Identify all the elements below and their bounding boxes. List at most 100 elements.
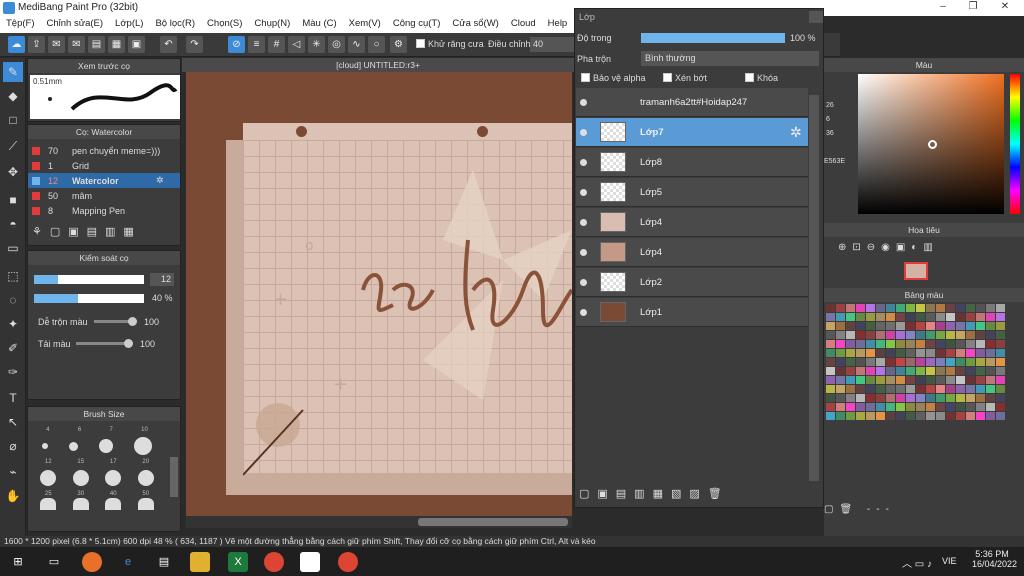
palette-swatch[interactable] [906,394,915,402]
palette-swatch[interactable] [866,331,875,339]
palette-swatch[interactable] [936,358,945,366]
doc-icon[interactable]: ▤ [88,36,105,53]
palette-swatch[interactable] [836,304,845,312]
palette-swatch[interactable] [906,340,915,348]
palette-swatch[interactable] [826,412,835,420]
palette-swatch[interactable] [826,367,835,375]
palette-swatch[interactable] [976,394,985,402]
menu-color[interactable]: Màu (C) [296,16,342,33]
palette-swatch[interactable] [996,349,1005,357]
palette-swatch[interactable] [966,340,975,348]
canvas-tab[interactable]: [cloud] UNTITLED:r3+ [182,58,574,72]
layer-row[interactable]: Lớp5 [576,178,808,207]
palette-swatch[interactable] [866,385,875,393]
layer-row[interactable]: Lớp1 [576,298,808,327]
palette-swatch[interactable] [926,331,935,339]
palette-swatch[interactable] [946,304,955,312]
language-indicator[interactable]: VIE [942,556,957,566]
palette-swatch[interactable] [836,394,845,402]
palette-swatch[interactable] [936,349,945,357]
explorer-icon[interactable] [190,552,210,572]
palette-swatch[interactable] [856,331,865,339]
palette-swatch[interactable] [966,367,975,375]
palette-swatch[interactable] [906,358,915,366]
palette-swatch[interactable] [936,331,945,339]
palette-swatch[interactable] [936,313,945,321]
palette-swatch[interactable] [956,385,965,393]
palette-swatch[interactable] [936,412,945,420]
palette-swatch[interactable] [916,412,925,420]
palette-swatch[interactable] [956,358,965,366]
palette-swatch[interactable] [896,340,905,348]
palette-swatch[interactable] [966,376,975,384]
palette-swatch[interactable] [906,367,915,375]
palette-swatch[interactable] [866,304,875,312]
palette-swatch[interactable] [836,358,845,366]
gradient-tool-icon[interactable]: ▭ [3,238,23,258]
palette-swatch[interactable] [996,331,1005,339]
color-picker-area[interactable] [858,74,1004,214]
size-value[interactable]: 12 [150,273,174,286]
palette-swatch[interactable] [886,322,895,330]
lock-checkbox[interactable] [745,73,754,82]
brush-size-dot[interactable] [98,439,113,453]
palette-swatch[interactable] [996,412,1005,420]
palette-swatch[interactable] [946,403,955,411]
palette-swatch[interactable] [826,358,835,366]
palette-swatch[interactable] [916,304,925,312]
palette-swatch[interactable] [986,340,995,348]
palette-swatch[interactable] [916,331,925,339]
palette-swatch[interactable] [826,322,835,330]
snap-off-icon[interactable]: ⊘ [228,36,245,53]
maximize-icon[interactable]: ❐ [958,1,988,15]
gallery-icon[interactable]: ▦ [108,36,125,53]
layer-row[interactable]: Lớp8 [576,148,808,177]
palette-swatch[interactable] [976,322,985,330]
fill-rect-icon[interactable]: ■ [3,190,23,210]
palette-swatch[interactable] [926,394,935,402]
palette-swatch[interactable] [896,367,905,375]
palette-swatch[interactable] [826,394,835,402]
hand-tool-icon[interactable]: ✋ [3,486,23,506]
palette-swatch[interactable] [906,313,915,321]
palette-swatch[interactable] [926,367,935,375]
select-pen-icon[interactable]: ✐ [3,338,23,358]
canvas-hscroll[interactable] [186,516,572,528]
palette-swatch[interactable] [896,412,905,420]
palette-swatch[interactable] [886,385,895,393]
palette-swatch[interactable] [996,304,1005,312]
palette-swatch[interactable] [906,403,915,411]
palette-swatch[interactable] [886,358,895,366]
palette-swatch[interactable] [946,313,955,321]
palette-swatch[interactable] [976,403,985,411]
palette-swatch[interactable] [826,349,835,357]
layer-row[interactable]: Lớp2 [576,268,808,297]
palette-swatch[interactable] [876,394,885,402]
palette-swatch[interactable] [876,403,885,411]
palette-swatch[interactable] [966,394,975,402]
palette-swatch[interactable] [826,313,835,321]
palette-swatch[interactable] [986,412,995,420]
palette-swatch[interactable] [916,394,925,402]
menu-file[interactable]: Tệp(F) [0,16,41,33]
palette-actions[interactable]: ▢🗑 --- [824,504,895,515]
select-tool-icon[interactable]: ⬚ [3,266,23,286]
palette-swatch[interactable] [846,349,855,357]
brush-size-dot[interactable] [105,470,122,486]
menu-layer[interactable]: Lớp(L) [109,16,149,33]
palette-swatch[interactable] [926,385,935,393]
palette-swatch[interactable] [946,412,955,420]
layer-row[interactable]: Lớp4 [576,208,808,237]
palette-swatch[interactable] [906,304,915,312]
palette-swatch[interactable] [916,358,925,366]
palette-swatch[interactable] [846,340,855,348]
palette-swatch[interactable] [836,412,845,420]
brush-size-dot[interactable] [69,441,79,451]
palette-swatch[interactable] [896,394,905,402]
palette-swatch[interactable] [926,349,935,357]
antialias-checkbox[interactable] [416,39,425,48]
palette-swatch[interactable] [886,349,895,357]
palette-swatch[interactable] [996,403,1005,411]
palette-swatch[interactable] [876,331,885,339]
eyedropper-icon[interactable]: ⌀ [3,436,23,456]
